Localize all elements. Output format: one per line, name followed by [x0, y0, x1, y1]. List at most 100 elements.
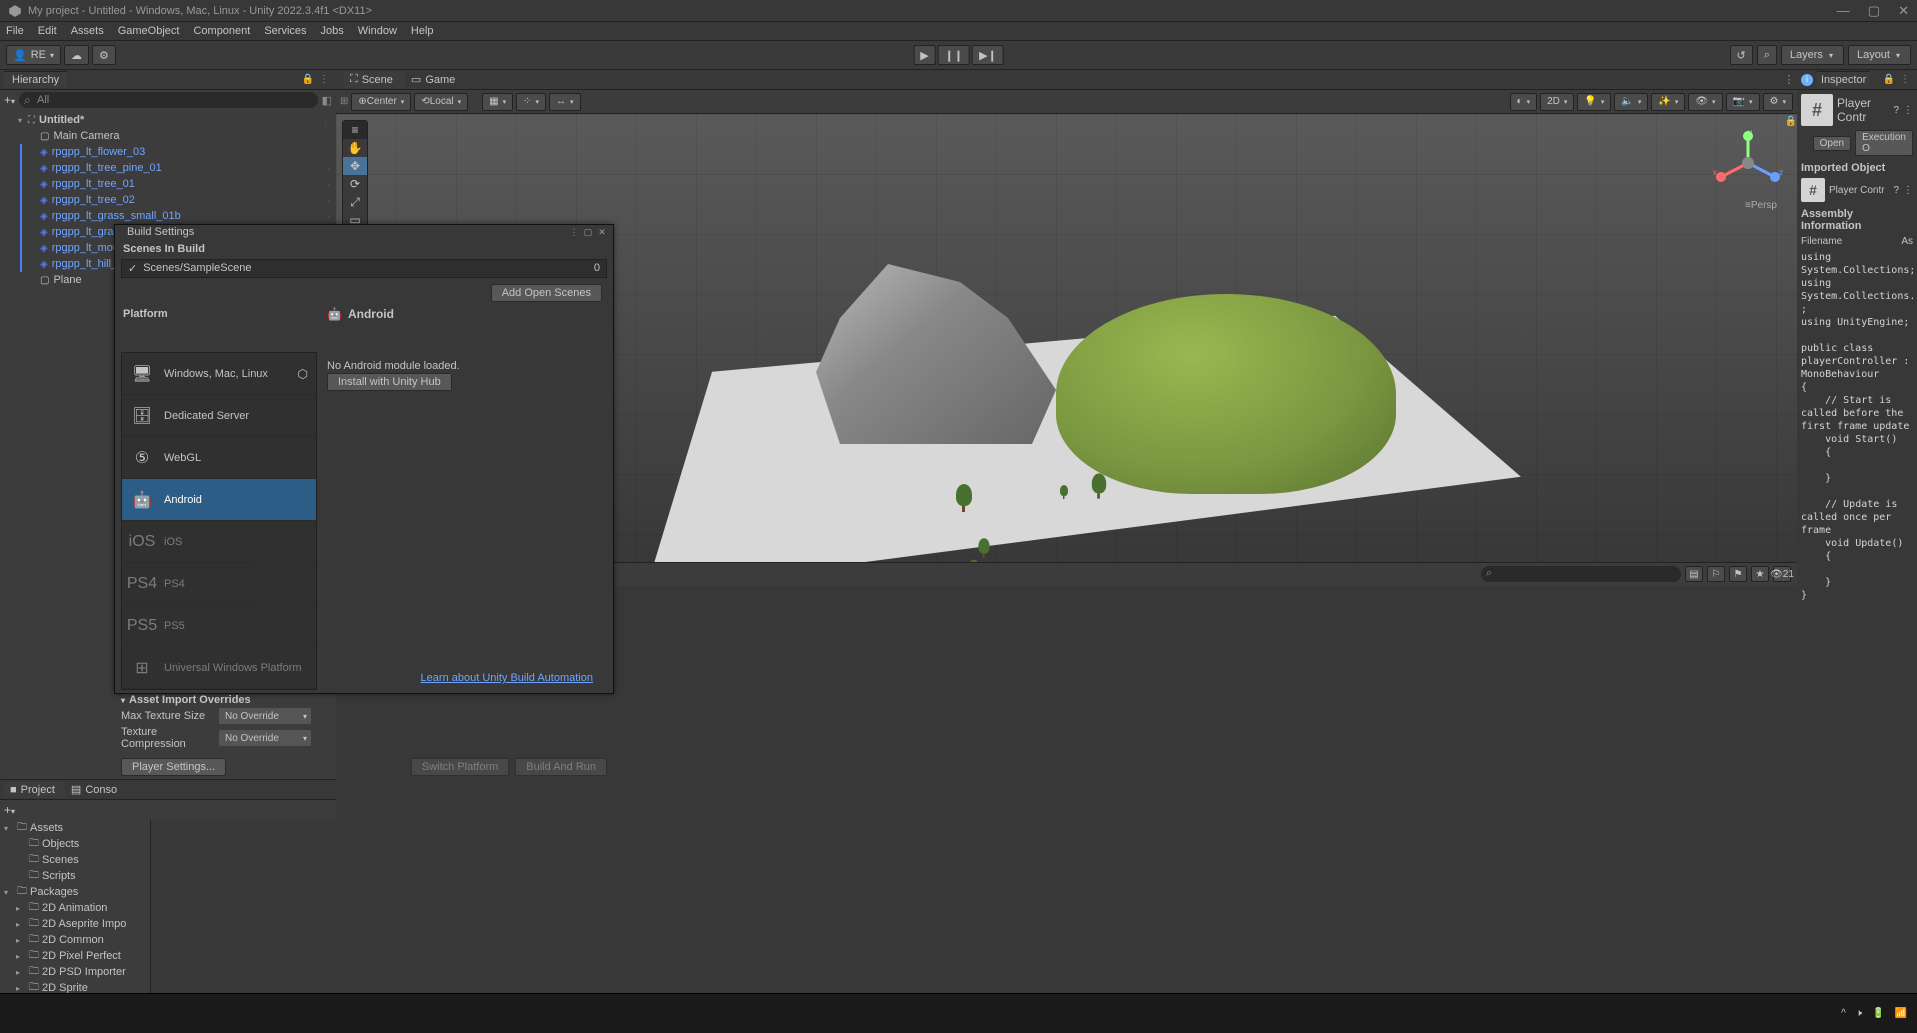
project-folder[interactable]: ▸🗀2D Animation: [0, 900, 150, 916]
menu-services[interactable]: Services: [264, 25, 306, 37]
execution-order-button[interactable]: Execution O: [1855, 130, 1913, 156]
pivot-mode-dropdown[interactable]: ⊕Center: [351, 93, 411, 111]
minimize-button[interactable]: —: [1837, 3, 1850, 19]
2d-mode-button[interactable]: 2D: [1540, 93, 1574, 111]
layout-dropdown[interactable]: Layout: [1848, 45, 1911, 65]
menu-window[interactable]: Window: [358, 25, 397, 37]
star-icon[interactable]: ★: [1751, 566, 1769, 582]
menu-help[interactable]: Help: [411, 25, 434, 37]
account-button[interactable]: 👤RE▾: [6, 45, 61, 65]
asset-search[interactable]: [1481, 566, 1681, 582]
menu-icon[interactable]: ⋮: [316, 74, 332, 85]
step-button[interactable]: ▶❙: [972, 45, 1004, 65]
build-maximize-icon[interactable]: ▢: [581, 227, 595, 238]
scene-tab[interactable]: ⛶ Scene: [344, 71, 405, 88]
asset-import-overrides-header[interactable]: ▾Asset Import Overrides: [121, 694, 607, 706]
project-folder[interactable]: 🗀Objects: [0, 836, 150, 852]
camera-button[interactable]: 📷: [1726, 93, 1760, 111]
audio-button[interactable]: 🔈: [1614, 93, 1648, 111]
fx-button[interactable]: ✨: [1651, 93, 1685, 111]
view-tool[interactable]: ≡: [343, 121, 367, 139]
projection-label[interactable]: ≡Persp: [1745, 200, 1777, 211]
hierarchy-item[interactable]: ◈rpgpp_lt_grass_small_01b›: [0, 208, 336, 224]
platform-item-ps5[interactable]: PS5PS5: [122, 605, 316, 647]
inspector-menu-icon[interactable]: ⋮: [1897, 74, 1913, 85]
orientation-gizmo[interactable]: x y z: [1713, 128, 1783, 198]
platform-item-ios[interactable]: iOSiOS: [122, 521, 316, 563]
platform-item-ps4[interactable]: PS4PS4: [122, 563, 316, 605]
hierarchy-item[interactable]: ◈rpgpp_lt_tree_01›: [0, 176, 336, 192]
platform-item-android[interactable]: 🤖Android: [122, 479, 316, 521]
build-close-icon[interactable]: ✕: [595, 227, 609, 238]
play-button[interactable]: ▶: [913, 45, 935, 65]
grid-snap-button[interactable]: ▦: [482, 93, 513, 111]
platform-item-dedicated-server[interactable]: 🗄Dedicated Server: [122, 395, 316, 437]
snap-increment-button[interactable]: ⁘: [516, 93, 546, 111]
platform-item-windows-mac-linux[interactable]: 🖥Windows, Mac, Linux⬡: [122, 353, 316, 395]
bookmark-icon[interactable]: ⚐: [1707, 566, 1725, 582]
search-button[interactable]: ⌕: [1757, 45, 1777, 65]
hand-tool[interactable]: ✋: [343, 139, 367, 157]
player-settings-button[interactable]: Player Settings...: [121, 758, 226, 776]
project-folder[interactable]: ▸🗀2D Common: [0, 932, 150, 948]
menu-component[interactable]: Component: [193, 25, 250, 37]
tray-icon[interactable]: 📶: [1895, 1008, 1907, 1019]
hierarchy-item[interactable]: ◈rpgpp_lt_tree_02›: [0, 192, 336, 208]
scene-root[interactable]: ▾⛶Untitled*⋮: [0, 112, 336, 128]
project-folder[interactable]: ▸🗀2D Aseprite Impo: [0, 916, 150, 932]
layers-dropdown[interactable]: Layers: [1781, 45, 1844, 65]
hidden-button[interactable]: 👁: [1688, 93, 1722, 111]
visibility-icon[interactable]: 👁21: [1773, 566, 1791, 582]
expand-chevron[interactable]: ›: [327, 211, 330, 221]
help-icon[interactable]: ?: [1893, 105, 1899, 116]
project-folder[interactable]: ▸🗀2D Pixel Perfect: [0, 948, 150, 964]
tray-icon[interactable]: 🕨: [1856, 1008, 1862, 1019]
settings-icon[interactable]: ⚙: [92, 45, 116, 65]
project-add-button[interactable]: +▾: [4, 803, 15, 817]
texture-compression-dropdown[interactable]: No Override: [219, 730, 311, 746]
project-folder[interactable]: ▾🗀Assets: [0, 820, 150, 836]
inspector-item-menu[interactable]: ⋮: [1903, 105, 1913, 116]
platform-list[interactable]: 🖥Windows, Mac, Linux⬡🗄Dedicated Server⑤W…: [121, 352, 317, 690]
lock-icon[interactable]: 🔒: [300, 74, 316, 85]
scale-tool[interactable]: ⤢: [343, 193, 367, 211]
close-button[interactable]: ✕: [1898, 3, 1909, 19]
imported-menu[interactable]: ⋮: [1903, 185, 1913, 196]
filter-icon[interactable]: ▤: [1685, 566, 1703, 582]
inspector-lock-icon[interactable]: 🔒: [1881, 74, 1897, 85]
switch-platform-button[interactable]: Switch Platform: [411, 758, 509, 776]
expand-chevron[interactable]: ›: [327, 179, 330, 189]
gizmo-button[interactable]: ⚙: [1763, 93, 1793, 111]
windows-taskbar[interactable]: ^ 🕨 🔋 📶: [0, 993, 1917, 1033]
expand-chevron[interactable]: ›: [327, 163, 330, 173]
undo-history-button[interactable]: ↺: [1730, 45, 1753, 65]
max-texture-dropdown[interactable]: No Override: [219, 708, 311, 724]
scene-save-icon[interactable]: ◧: [322, 94, 332, 107]
project-tab[interactable]: ■ Project: [4, 782, 65, 798]
hierarchy-tab[interactable]: Hierarchy: [4, 71, 67, 88]
expand-chevron[interactable]: ›: [327, 195, 330, 205]
hierarchy-search[interactable]: All: [19, 92, 318, 108]
game-tab[interactable]: ▭ Game: [405, 71, 467, 88]
add-open-scenes-button[interactable]: Add Open Scenes: [491, 284, 602, 302]
menu-gameobject[interactable]: GameObject: [118, 25, 180, 37]
help-icon[interactable]: ?: [1893, 185, 1899, 196]
console-tab[interactable]: ▤ Conso: [65, 781, 127, 798]
inspector-tab[interactable]: Inspector: [1817, 71, 1870, 88]
hierarchy-item[interactable]: ◈rpgpp_lt_flower_03: [0, 144, 336, 160]
project-folder[interactable]: 🗀Scenes: [0, 852, 150, 868]
gizmo-lock-icon[interactable]: 🔒: [1785, 116, 1797, 127]
pause-button[interactable]: ❙❙: [938, 45, 970, 65]
menu-jobs[interactable]: Jobs: [321, 25, 344, 37]
project-folder[interactable]: ▾🗀Packages: [0, 884, 150, 900]
scenes-list[interactable]: ✓ Scenes/SampleScene 0 Add Open Scenes: [121, 259, 607, 278]
menu-assets[interactable]: Assets: [71, 25, 104, 37]
scene-checkbox[interactable]: ✓: [128, 262, 137, 275]
lighting-button[interactable]: 💡: [1577, 93, 1611, 111]
rotate-tool[interactable]: ⟳: [343, 175, 367, 193]
platform-item-universal-windows-platform[interactable]: ⊞Universal Windows Platform: [122, 647, 316, 689]
scene-menu-icon[interactable]: ⋮: [1781, 73, 1797, 86]
build-settings-tab[interactable]: Build Settings: [119, 225, 202, 239]
snap-toggle-button[interactable]: ↔: [549, 93, 581, 111]
scene-row-menu[interactable]: ⋮: [321, 115, 330, 126]
